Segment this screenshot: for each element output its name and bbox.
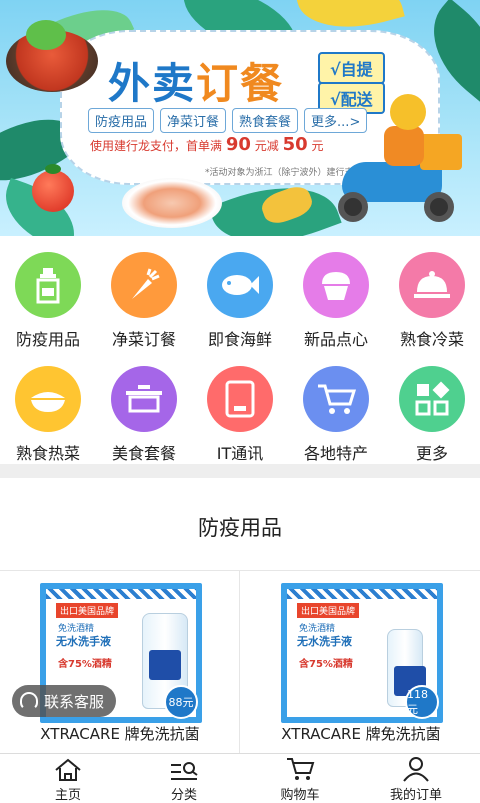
delivery-scooter-image (332, 92, 472, 232)
category-item-fresh-veg[interactable]: 净菜订餐 (96, 252, 192, 350)
cloche-icon (399, 252, 465, 318)
product-name[interactable]: XTRACARE 牌免洗抗菌 (241, 723, 480, 744)
category-item-more[interactable]: 更多 (384, 366, 480, 464)
promo-banner[interactable]: 外卖订餐 √自提 √配送 防疫用品 净菜订餐 熟食套餐 更多...> 使用建行龙… (0, 0, 480, 236)
home-icon (8, 754, 128, 782)
tomato-image (32, 164, 74, 212)
product-card[interactable]: 出口美国品牌 免洗酒精 无水洗手液 含75%酒精 118元 XTRACARE 牌… (241, 571, 480, 754)
category-label: IT通讯 (216, 444, 264, 463)
promo-prefix: 使用建行龙支付，首单满 (90, 139, 223, 153)
nav-item-cart[interactable]: 购物车 (240, 754, 360, 803)
customer-service-button[interactable]: 联系客服 (12, 685, 117, 717)
category-search-icon (124, 754, 244, 782)
tablet-icon (207, 366, 273, 432)
pickup-label: √自提 (318, 52, 385, 84)
category-item-dessert[interactable]: 新品点心 (288, 252, 384, 350)
category-item-meal-set[interactable]: 美食套餐 (96, 366, 192, 464)
headset-icon (20, 692, 38, 710)
cupcake-icon (303, 252, 369, 318)
price-badge: 118元 (405, 685, 439, 719)
price-badge: 88元 (164, 685, 198, 719)
category-label: 即食海鲜 (207, 330, 272, 349)
banner-tag: 防疫用品 (88, 108, 155, 133)
product-image[interactable]: 出口美国品牌 免洗酒精 无水洗手液 含75%酒精 118元 (281, 583, 443, 723)
fish-icon (207, 252, 273, 318)
banner-title: 外卖订餐 (108, 50, 284, 111)
product-list: 出口美国品牌 免洗酒精 无水洗手液 含75%酒精 88元 XTRACARE 牌免… (0, 570, 480, 754)
hot-dish-icon (15, 366, 81, 432)
promo-mid: 元减 (254, 139, 279, 153)
category-label: 美食套餐 (111, 444, 176, 463)
grid-icon (399, 366, 465, 432)
nav-label: 主页 (54, 788, 81, 803)
shrimp-plate-image (122, 178, 222, 228)
product-image-tag: 出口美国品牌 (297, 603, 360, 618)
bottom-nav: 主页 分类 购物车 我的订单 (0, 753, 480, 803)
product-image-line: 无水洗手液 (56, 635, 111, 648)
promo-amount1: 90 (225, 134, 251, 155)
user-icon (356, 754, 476, 782)
nav-item-orders[interactable]: 我的订单 (356, 754, 476, 803)
section-title: 防疫用品 (198, 516, 282, 540)
category-item-cold-dish[interactable]: 熟食冷菜 (384, 252, 480, 350)
section-header: 防疫用品 (0, 478, 480, 570)
nav-label: 分类 (170, 788, 197, 803)
category-grid: 防疫用品 净菜订餐 即食海鲜 新品点心 熟食冷菜 熟食热菜 美食套餐 IT通讯 … (0, 236, 480, 464)
nav-label: 购物车 (280, 788, 320, 803)
section-divider (0, 464, 480, 478)
category-label: 防疫用品 (15, 330, 80, 349)
category-item-specialty[interactable]: 各地特产 (288, 366, 384, 464)
product-name[interactable]: XTRACARE 牌免洗抗菌 (0, 723, 240, 744)
product-image-line: 含75%酒精 (58, 659, 112, 670)
sanitizer-icon (15, 252, 81, 318)
category-item-it[interactable]: IT通讯 (192, 366, 288, 464)
carrot-icon (111, 252, 177, 318)
nav-item-category[interactable]: 分类 (124, 754, 244, 803)
product-image-line: 无水洗手液 (297, 635, 352, 648)
banner-title-part1: 外卖 (108, 59, 197, 108)
cart-icon (303, 366, 369, 432)
category-label: 净菜订餐 (111, 330, 176, 349)
banner-tag: 熟食套餐 (232, 108, 299, 133)
promo-text: 使用建行龙支付，首单满 90 元减 50 元 (90, 134, 323, 155)
banner-title-part2: 订餐 (196, 59, 285, 108)
cart-icon (240, 754, 360, 782)
category-label: 更多 (415, 444, 448, 463)
banner-tag: 净菜订餐 (160, 108, 227, 133)
banner-tags: 防疫用品 净菜订餐 熟食套餐 更多...> (88, 108, 368, 133)
category-item-hot-dish[interactable]: 熟食热菜 (0, 366, 96, 464)
category-label: 熟食热菜 (15, 444, 80, 463)
category-item-seafood[interactable]: 即食海鲜 (192, 252, 288, 350)
pot-icon (111, 366, 177, 432)
nav-item-home[interactable]: 主页 (8, 754, 128, 803)
promo-amount2: 50 (282, 134, 308, 155)
product-card[interactable]: 出口美国品牌 免洗酒精 无水洗手液 含75%酒精 88元 XTRACARE 牌免… (0, 571, 240, 754)
category-label: 各地特产 (303, 444, 368, 463)
promo-suffix: 元 (311, 139, 324, 153)
category-item-anti-epidemic[interactable]: 防疫用品 (0, 252, 96, 350)
product-image-line: 含75%酒精 (299, 659, 353, 670)
product-image-tag: 出口美国品牌 (56, 603, 119, 618)
hotpot-image (6, 20, 98, 92)
nav-label: 我的订单 (389, 788, 442, 803)
category-label: 新品点心 (303, 330, 368, 349)
customer-service-label: 联系客服 (44, 692, 105, 711)
category-label: 熟食冷菜 (399, 330, 464, 349)
